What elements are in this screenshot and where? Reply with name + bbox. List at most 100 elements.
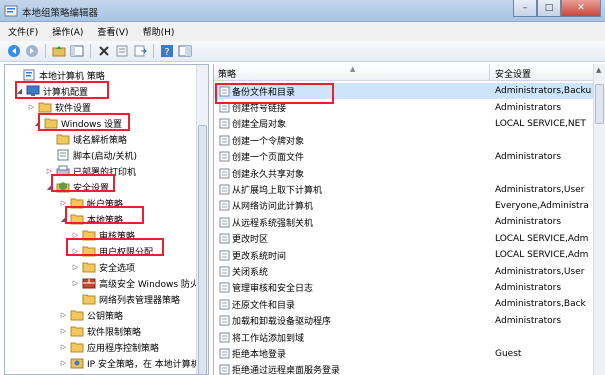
policy-icon [219,151,231,162]
tree-item[interactable]: ▷ 安全选项 [71,259,135,275]
policy-row[interactable]: 创建全局对象 LOCAL SERVICE,NET [214,116,594,132]
policy-row[interactable]: 创建符号链接 Administrators [214,99,594,115]
policy-setting: LOCAL SERVICE,Adm [495,233,589,244]
scroll-up-icon[interactable]: ▲ [596,66,601,74]
tree-expander-icon[interactable]: ◢ [33,119,42,127]
menu-action[interactable]: 操作(A) [52,25,83,38]
tree-item[interactable]: ◢ 本地策略 [59,211,123,227]
tree-item[interactable]: ▷ 软件限制策略 [59,323,141,339]
tree-item[interactable]: ▷ IP 安全策略，在 本地计算机 [59,355,200,371]
tree-expander-icon[interactable]: ▷ [59,343,68,351]
column-header-policy[interactable]: 策略 [218,67,236,80]
close-button[interactable]: ✕ [561,0,601,17]
tree-item[interactable]: ▷ 高级安全 Windows 防火墙 [71,275,208,291]
menu-view[interactable]: 查看(V) [97,25,128,38]
tree-item[interactable]: ▷ 已部署的打印机 [45,163,136,179]
tree-expander-icon[interactable]: ▷ [71,279,80,287]
list-scroll-thumb[interactable] [595,84,604,124]
tree-scrollbar[interactable] [196,65,208,374]
help-icon[interactable]: ? [159,43,175,59]
toolbar-separator [90,44,91,58]
tree-item[interactable]: 域名解析策略 [45,131,127,147]
tree-item[interactable]: ◢ Windows 设置 [33,115,122,131]
tree-expander-icon[interactable]: ◢ [15,87,24,95]
console-tree-icon[interactable] [177,43,193,59]
tree-expander-icon[interactable]: ▷ [59,359,68,367]
svg-text:?: ? [164,47,169,58]
policy-name: 创建一个令牌对象 [232,136,305,147]
list-scrollbar[interactable]: ▲ [593,64,605,375]
tree-item-label: 网络列表管理器策略 [99,295,181,306]
tree-expander-icon[interactable]: ▷ [59,199,68,207]
column-divider[interactable] [489,64,490,81]
tree-item[interactable]: ▷ 应用程序控制策略 [59,339,159,355]
export-icon[interactable] [132,43,148,59]
tree-expander-icon[interactable]: ▷ [71,231,80,239]
tree-scroll-thumb[interactable] [198,125,207,374]
policy-row[interactable]: 创建一个页面文件 Administrators [214,149,594,165]
folder-icon [82,293,96,305]
tree-expander-icon[interactable]: ▷ [45,167,54,175]
tree-expander-icon[interactable]: ▷ [59,327,68,335]
policy-row[interactable]: 从扩展坞上取下计算机 Administrators,User [214,181,594,197]
policy-icon [219,118,231,129]
policy-row[interactable]: 从远程系统强制关机 Administrators [214,214,594,230]
tree-expander-icon[interactable]: ▷ [71,263,80,271]
tree-item[interactable]: ▷ 帐户策略 [59,195,123,211]
policy-setting: Guest [495,348,522,359]
tree-item-label: 脚本(启动/关机) [73,151,138,162]
back-icon[interactable] [6,43,22,59]
up-folder-icon[interactable] [51,43,67,59]
folder-icon [70,325,84,337]
tree-item[interactable]: ▷ 审核策略 [71,227,135,243]
minimize-button[interactable]: – [513,0,537,17]
policy-row[interactable]: 拒绝通过远程桌面服务登录 [214,362,594,375]
forward-icon[interactable] [24,43,40,59]
console-icon[interactable] [69,43,85,59]
maximize-button[interactable]: □ [537,0,561,17]
policy-icon [219,217,231,228]
properties-icon[interactable] [114,43,130,59]
policy-row[interactable]: 从网络访问此计算机 Everyone,Administra [214,198,594,214]
tree-item[interactable]: 本地计算机 策略 [11,67,105,83]
policy-row[interactable]: 拒绝本地登录 Guest [214,345,594,361]
security-icon [56,181,70,193]
tree-item[interactable]: ◢ 安全设置 [45,179,109,195]
tree-expander-icon[interactable]: ▷ [27,103,36,111]
column-header-setting[interactable]: 安全设置 [495,67,531,80]
policy-icon [219,299,231,310]
tree-item[interactable]: ▷ 软件设置 [27,99,91,115]
folder-icon [56,133,70,145]
delete-icon[interactable] [96,43,112,59]
policy-row[interactable]: 创建永久共享对象 [214,165,594,181]
tree-item-label: 高级安全 Windows 防火墙 [99,279,208,290]
tree-expander-icon[interactable]: ◢ [45,183,54,191]
policy-row[interactable]: 加载和卸载设备驱动程序 Administrators [214,313,594,329]
menu-file[interactable]: 文件(F) [8,25,38,38]
policy-row[interactable]: 将工作站添加到域 [214,329,594,345]
tree-expander-icon[interactable]: ◢ [59,215,68,223]
tree-item[interactable]: ▷ 用户权限分配 [71,243,153,259]
policy-row[interactable]: 管理审核和安全日志 Administrators [214,280,594,296]
policy-row[interactable]: 还原文件和目录 Administrators,Back [214,296,594,312]
tree-item[interactable]: ◢ 计算机配置 [15,83,88,99]
policy-icon [219,364,231,375]
console-tree[interactable]: 本地计算机 策略 ◢ 计算机配置 ▷ 软件设置 ◢ Windows 设置 域名解析策略脚本(启… [4,64,209,375]
tree-expander-icon[interactable]: ▷ [71,247,80,255]
tree-item-label: 本地计算机 策略 [39,71,105,82]
policy-row[interactable]: 关闭系统 Administrators,User [214,263,594,279]
tree-item[interactable]: ▷ 公钥策略 [59,307,123,323]
policy-icon [219,135,231,146]
policy-row[interactable]: 备份文件和目录 Administrators,Backu [214,83,594,100]
policy-row[interactable]: 更改系统时间 LOCAL SERVICE,Adm [214,247,594,263]
policy-icon [219,250,231,261]
tree-item[interactable]: ▷高级审核策略配置 [59,371,159,374]
tree-expander-icon[interactable]: ▷ [59,311,68,319]
tree-item[interactable]: 网络列表管理器策略 [71,291,180,307]
menu-help[interactable]: 帮助(H) [143,25,175,38]
policy-setting: Administrators [495,282,562,293]
policy-setting: LOCAL SERVICE,NET [495,118,586,129]
policy-row[interactable]: 创建一个令牌对象 [214,132,594,148]
tree-item[interactable]: 脚本(启动/关机) [45,147,137,163]
policy-row[interactable]: 更改时区 LOCAL SERVICE,Adm [214,231,594,247]
